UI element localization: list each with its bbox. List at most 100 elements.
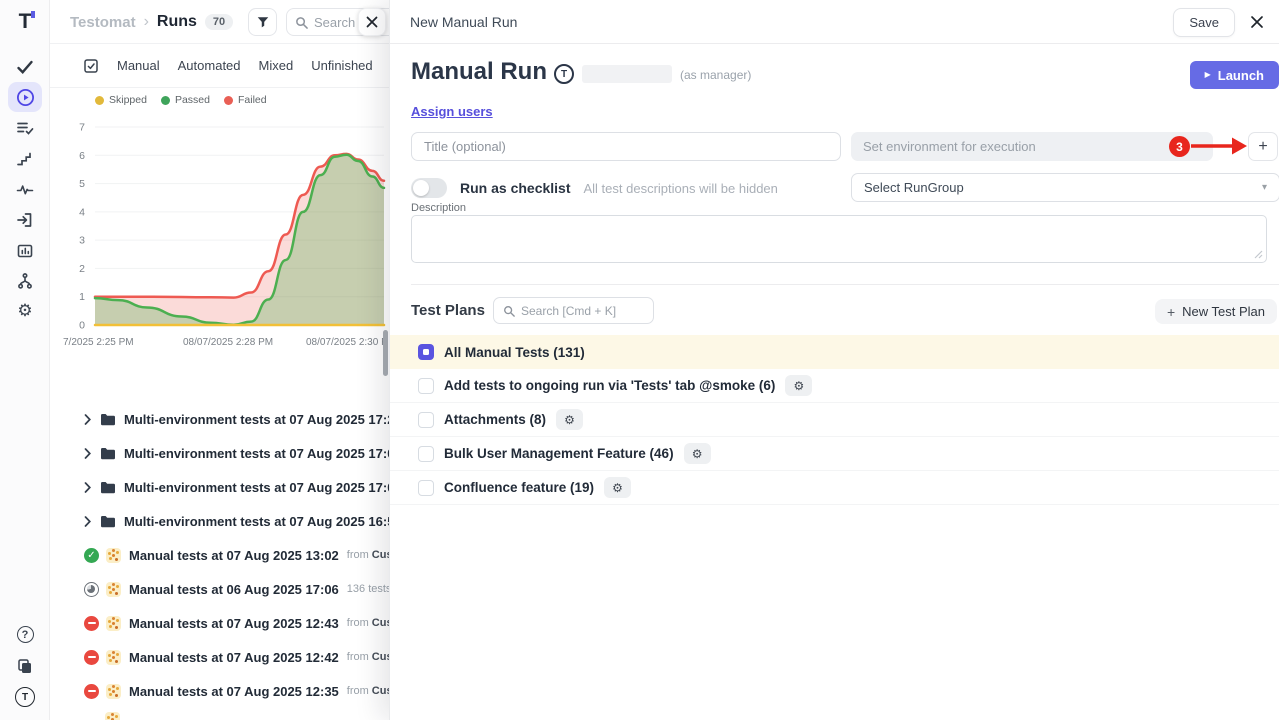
description-label: Description — [411, 202, 466, 214]
filter-button[interactable] — [248, 8, 277, 36]
rungroup-value: Select RunGroup — [864, 180, 964, 195]
legend-item: Passed — [161, 94, 210, 106]
help-icon: ? — [17, 626, 34, 643]
plan-settings-button[interactable]: ⚙ — [604, 477, 631, 498]
checkbox-checked[interactable] — [418, 344, 434, 360]
chevron-right-icon[interactable] — [84, 482, 92, 493]
sidebar-item-tests[interactable] — [0, 58, 50, 76]
failed-status-icon — [84, 684, 99, 699]
run-label: Multi-environment tests at 07 Aug 2025 1… — [124, 480, 389, 495]
run-row[interactable]: Manual tests at 07 Aug 2025 13:02 fromCu… — [50, 538, 389, 572]
sidebar-item-import[interactable] — [0, 211, 50, 229]
app-root: T ⚙ ? — [0, 0, 1279, 720]
run-row[interactable]: Manual tests at 07 Aug 2025 12:35 fromCu… — [50, 674, 389, 708]
chevron-right-icon[interactable] — [84, 414, 92, 425]
sidebar-item-reports[interactable] — [0, 242, 50, 260]
test-plan-row[interactable]: Add tests to ongoing run via 'Tests' tab… — [390, 369, 1279, 403]
tab-mixed[interactable]: Mixed — [259, 58, 294, 73]
plan-settings-button[interactable]: ⚙ — [785, 375, 812, 396]
sidebar-item-milestones[interactable] — [0, 150, 50, 168]
failed-status-icon — [84, 650, 99, 665]
test-plan-list: All Manual Tests (131) Add tests to ongo… — [390, 335, 1279, 505]
scrollbar-thumb[interactable] — [383, 330, 388, 376]
run-group-row[interactable]: Multi-environment tests at 07 Aug 2025 1… — [50, 504, 389, 538]
run-label: Manual tests at 06 Aug 2025 17:06 — [129, 582, 339, 597]
svg-text:0: 0 — [79, 320, 85, 331]
run-label: Multi-environment tests at 07 Aug 2025 1… — [124, 514, 389, 529]
save-button[interactable]: Save — [1173, 8, 1235, 37]
gear-icon: ⚙ — [564, 413, 575, 427]
checkbox-unchecked[interactable] — [418, 480, 434, 496]
description-textarea[interactable] — [411, 215, 1267, 263]
plan-settings-button[interactable]: ⚙ — [684, 443, 711, 464]
run-meta: fromCustom — [347, 685, 389, 697]
new-test-plan-button[interactable]: + New Test Plan — [1155, 299, 1277, 324]
run-group-row[interactable]: Multi-environment tests at 07 Aug 2025 1… — [50, 436, 389, 470]
svg-text:7: 7 — [79, 122, 85, 134]
tab-automated[interactable]: Automated — [178, 58, 241, 73]
account-avatar: T — [15, 687, 35, 707]
test-plans-search[interactable] — [493, 297, 654, 324]
add-environment-button[interactable]: + — [1248, 132, 1278, 161]
chevron-right-icon[interactable] — [84, 448, 92, 459]
manual-run-icon — [106, 582, 121, 597]
chevron-right-icon[interactable] — [84, 516, 92, 527]
test-plans-search-input[interactable] — [521, 304, 636, 318]
checkbox-unchecked[interactable] — [418, 446, 434, 462]
environment-input[interactable] — [851, 132, 1213, 161]
sidebar-item-settings[interactable]: ⚙ — [0, 302, 50, 319]
launch-button[interactable]: ▶ Launch — [1190, 61, 1279, 89]
x-axis-tick: 7/2025 2:25 PM — [63, 337, 134, 348]
assign-users-link[interactable]: Assign users — [411, 104, 493, 119]
new-manual-run-drawer: New Manual Run Save Manual Run T (as man… — [389, 0, 1279, 720]
account-button[interactable]: T — [0, 687, 50, 707]
list-check-icon — [16, 119, 34, 137]
check-icon — [16, 58, 34, 76]
run-list: Multi-environment tests at 07 Aug 2025 1… — [50, 402, 389, 708]
clear-search-button[interactable] — [358, 8, 386, 36]
close-drawer-button[interactable] — [1247, 12, 1267, 32]
legend-dot-icon — [161, 96, 170, 105]
drawer-title: New Manual Run — [410, 14, 517, 30]
test-plan-row[interactable]: Bulk User Management Feature (46) ⚙ — [390, 437, 1279, 471]
run-row[interactable]: Manual tests at 07 Aug 2025 12:42 fromCu… — [50, 640, 389, 674]
title-input[interactable] — [411, 132, 841, 161]
tab-manual[interactable]: Manual — [117, 58, 160, 73]
help-button[interactable]: ? — [0, 626, 50, 643]
sidebar-item-activity[interactable] — [0, 181, 50, 199]
logo-t-icon: T — [19, 10, 32, 34]
plan-settings-button[interactable]: ⚙ — [556, 409, 583, 430]
run-row[interactable]: Manual tests at 07 Aug 2025 12:43 fromCu… — [50, 606, 389, 640]
run-as-checklist-toggle[interactable] — [411, 178, 447, 198]
folder-icon — [100, 515, 116, 528]
run-group-row[interactable]: Multi-environment tests at 07 Aug 2025 1… — [50, 402, 389, 436]
sidebar-item-runs[interactable] — [0, 88, 50, 107]
checkbox-unchecked[interactable] — [418, 412, 434, 428]
run-row[interactable]: Manual tests at 06 Aug 2025 17:06 136 te… — [50, 572, 389, 606]
checkbox-unchecked[interactable] — [418, 378, 434, 394]
breadcrumb-app[interactable]: Testomat — [70, 14, 136, 31]
folder-icon — [100, 447, 116, 460]
resize-grip-icon[interactable] — [1253, 249, 1263, 259]
test-plan-label: Bulk User Management Feature (46) — [444, 446, 674, 461]
test-plan-row[interactable]: Confluence feature (19) ⚙ — [390, 471, 1279, 505]
run-meta: fromCustom — [347, 549, 389, 561]
run-meta: 136 tests — [347, 583, 389, 595]
tab-unfinished[interactable]: Unfinished — [311, 58, 372, 73]
gear-icon: ⚙ — [17, 302, 32, 319]
funnel-icon — [256, 15, 270, 29]
rungroup-select[interactable]: Select RunGroup ▾ — [851, 173, 1279, 202]
run-group-row[interactable]: Multi-environment tests at 07 Aug 2025 1… — [50, 470, 389, 504]
breadcrumb: Testomat › Runs 70 — [70, 0, 233, 44]
select-all-icon[interactable] — [83, 58, 99, 74]
test-plan-label: Add tests to ongoing run via 'Tests' tab… — [444, 378, 775, 393]
projects-button[interactable] — [0, 657, 50, 675]
test-plan-row[interactable]: Attachments (8) ⚙ — [390, 403, 1279, 437]
sidebar-item-branches[interactable] — [0, 272, 50, 290]
passed-status-icon — [84, 548, 99, 563]
sidebar-item-test-plans[interactable] — [0, 119, 50, 137]
app-logo[interactable]: T — [0, 10, 50, 34]
test-plan-row-selected[interactable]: All Manual Tests (131) — [390, 335, 1279, 369]
page-title: Manual Run — [411, 58, 547, 86]
import-icon — [16, 211, 34, 229]
